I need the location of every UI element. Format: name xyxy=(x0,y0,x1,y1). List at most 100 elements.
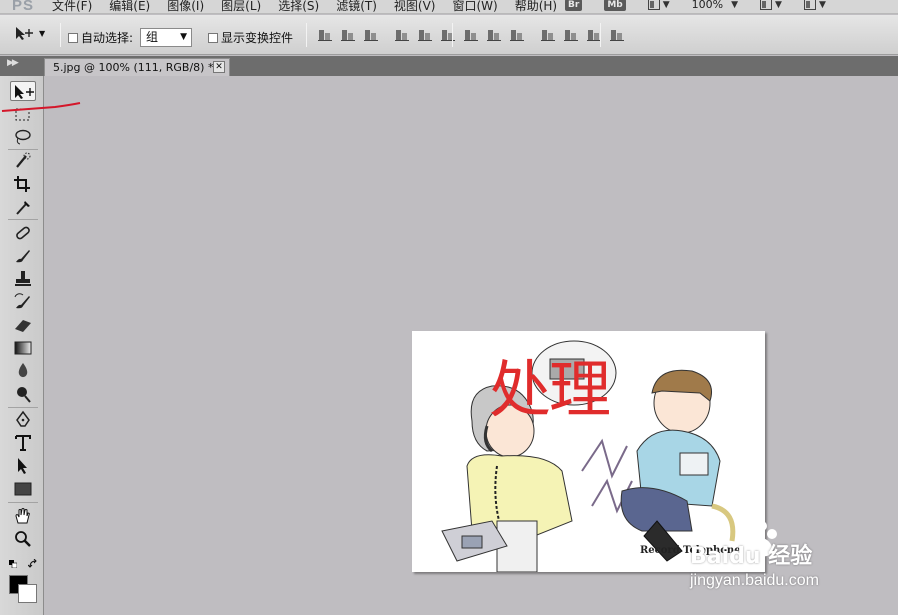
crop-tool[interactable] xyxy=(10,174,36,194)
distribute-vcenter-icon[interactable] xyxy=(487,28,501,42)
show-transform-checkbox[interactable]: 显示变换控件 xyxy=(208,29,293,46)
menu-image[interactable]: 图像(I) xyxy=(167,0,204,14)
eyedropper-tool[interactable] xyxy=(10,197,36,217)
align-bottom-icon[interactable] xyxy=(364,28,378,42)
screen-mode-icon[interactable] xyxy=(803,0,816,10)
menu-edit[interactable]: 编辑(E) xyxy=(109,0,150,14)
quick-select-tool[interactable] xyxy=(10,151,36,171)
watermark-brand: Baidu 经验 xyxy=(690,544,813,569)
align-top-icon[interactable] xyxy=(318,28,332,42)
align-hcenter-icon[interactable] xyxy=(418,28,432,42)
type-tool-icon xyxy=(15,435,31,451)
expand-panel-icon[interactable]: ▶▶ xyxy=(7,58,19,68)
healing-brush-tool-icon xyxy=(16,226,30,240)
hand-tool[interactable] xyxy=(10,506,36,526)
chevron-down-icon[interactable]: ▼ xyxy=(775,0,782,10)
auto-select-dropdown[interactable]: 组 ▼ xyxy=(140,28,192,47)
align-buttons xyxy=(318,28,464,42)
divider xyxy=(600,23,601,47)
zoom-tool[interactable] xyxy=(10,529,36,549)
type-tool[interactable] xyxy=(10,433,36,453)
dodge-tool-icon xyxy=(17,387,31,403)
swap-colors-icon[interactable] xyxy=(28,559,38,569)
path-select-tool-icon xyxy=(18,458,27,474)
history-brush-tool[interactable] xyxy=(10,292,36,312)
divider xyxy=(306,23,307,47)
watermark-url: jingyan.baidu.com xyxy=(690,572,819,589)
chevron-down-icon[interactable]: ▼ xyxy=(731,0,738,10)
eraser-tool[interactable] xyxy=(10,315,36,335)
extras-icon[interactable] xyxy=(647,0,660,10)
move-tool-icon xyxy=(16,27,33,40)
eraser-tool-icon xyxy=(15,320,31,332)
close-icon[interactable]: ✕ xyxy=(213,61,225,73)
chevron-down-icon: ▼ xyxy=(39,28,46,38)
gradient-tool-icon xyxy=(14,341,32,355)
lasso-tool[interactable] xyxy=(10,127,36,147)
default-colors-icon[interactable] xyxy=(9,560,17,568)
menu-file[interactable]: 文件(F) xyxy=(52,0,92,14)
brush-tool-icon xyxy=(16,250,30,263)
distribute-hcenter-icon[interactable] xyxy=(564,28,578,42)
auto-select-label: 自动选择: xyxy=(81,31,134,45)
toolbox xyxy=(0,76,44,615)
zoom-tool-icon xyxy=(15,531,31,547)
distribute-left-icon[interactable] xyxy=(541,28,555,42)
menu-window[interactable]: 窗口(W) xyxy=(452,0,497,14)
chevron-down-icon[interactable]: ▼ xyxy=(663,0,670,10)
toolbox-divider xyxy=(8,149,38,150)
mini-bridge-button[interactable]: Mb xyxy=(604,0,626,11)
chevron-down-icon[interactable]: ▼ xyxy=(819,0,826,10)
document-tab[interactable]: 5.jpg @ 100% (111, RGB/8) * ✕ xyxy=(44,58,230,76)
toolbox-divider xyxy=(8,219,38,220)
app-logo: PS xyxy=(12,0,35,14)
menu-view[interactable]: 视图(V) xyxy=(394,0,436,14)
quick-select-tool-icon xyxy=(16,152,31,168)
distribute-buttons xyxy=(464,28,610,42)
clone-stamp-tool[interactable] xyxy=(10,269,36,289)
distribute-bottom-icon[interactable] xyxy=(510,28,524,42)
distribute-top-icon[interactable] xyxy=(464,28,478,42)
brush-tool[interactable] xyxy=(10,246,36,266)
dodge-tool[interactable] xyxy=(10,384,36,404)
pen-tool[interactable] xyxy=(10,410,36,430)
overlay-text-layer[interactable]: 处理 xyxy=(489,339,611,429)
zoom-level[interactable]: 100% xyxy=(692,0,723,11)
crop-tool-icon xyxy=(14,176,30,192)
checkbox-box[interactable] xyxy=(208,32,218,43)
checkbox-box[interactable] xyxy=(68,32,78,43)
auto-align-layers-icon[interactable] xyxy=(610,28,624,42)
tool-preset-picker[interactable]: ▼ xyxy=(14,25,45,41)
show-transform-label: 显示变换控件 xyxy=(221,31,294,45)
distribute-right-icon[interactable] xyxy=(587,28,601,42)
menu-select[interactable]: 选择(S) xyxy=(278,0,319,14)
blur-tool-icon xyxy=(18,363,28,378)
healing-brush-tool[interactable] xyxy=(10,223,36,243)
align-vcenter-icon[interactable] xyxy=(341,28,355,42)
eyedropper-tool-icon xyxy=(16,201,30,215)
menu-layer[interactable]: 图层(L) xyxy=(221,0,261,14)
lasso-tool-icon xyxy=(15,129,31,145)
auto-select-checkbox[interactable]: 自动选择: xyxy=(68,29,133,46)
toolbox-divider xyxy=(8,407,38,408)
menu-bar: PS 文件(F) 编辑(E) 图像(I) 图层(L) 选择(S) 滤镜(T) 视… xyxy=(0,0,898,14)
arrange-documents-icon[interactable] xyxy=(760,0,773,10)
blur-tool[interactable] xyxy=(10,361,36,381)
bridge-button[interactable]: Br xyxy=(565,0,583,11)
gradient-tool[interactable] xyxy=(10,338,36,358)
menu-bar-right: Br Mb ▼ 100% ▼ ▼ ▼ xyxy=(565,0,848,11)
divider xyxy=(452,23,453,47)
document-tab-title: 5.jpg @ 100% (111, RGB/8) * xyxy=(53,61,214,74)
path-select-tool[interactable] xyxy=(10,456,36,476)
options-bar: ▼ 自动选择: 组 ▼ 显示变换控件 xyxy=(0,15,898,55)
auto-align-button[interactable] xyxy=(610,28,633,42)
menu-filter[interactable]: 滤镜(T) xyxy=(336,0,377,14)
background-color-swatch[interactable] xyxy=(18,584,37,603)
toolbox-divider xyxy=(8,502,38,503)
shape-tool[interactable] xyxy=(10,479,36,499)
auto-select-value: 组 xyxy=(146,30,159,44)
history-brush-tool-icon xyxy=(14,293,30,309)
menu-help[interactable]: 帮助(H) xyxy=(515,0,557,14)
hand-tool-icon xyxy=(15,508,30,524)
align-left-icon[interactable] xyxy=(395,28,409,42)
